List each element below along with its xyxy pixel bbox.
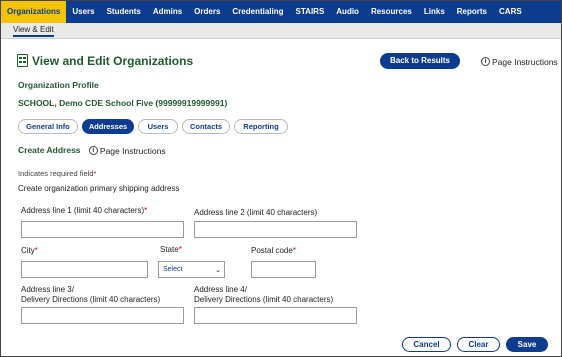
nav-audio[interactable]: Audio: [330, 1, 365, 23]
address1-label-text: Address line 1 (limit 40 characters): [21, 206, 145, 215]
city-label: City*: [21, 246, 38, 256]
organization-icon: [17, 54, 28, 67]
required-star: *: [144, 206, 148, 215]
required-star: *: [93, 169, 97, 178]
nav-orders[interactable]: Orders: [188, 1, 226, 23]
page-title: View and Edit Organizations: [32, 54, 194, 68]
postal-code-input[interactable]: [251, 261, 316, 278]
tab-reporting[interactable]: Reporting: [234, 119, 288, 134]
create-address-title: Create Address: [18, 145, 81, 155]
address3-label: Address line 3/ Delivery Directions (lim…: [21, 285, 160, 305]
city-input[interactable]: [21, 261, 148, 278]
nav-students[interactable]: Students: [101, 1, 147, 23]
address4-label-line2: Delivery Directions (limit 40 characters…: [194, 295, 334, 304]
section-page-instructions-label: Page Instructions: [99, 145, 166, 156]
page-instructions-link[interactable]: i Page Instructions: [481, 56, 558, 67]
info-icon: i: [481, 57, 490, 67]
address3-label-line1: Address line 3/: [21, 285, 74, 294]
address1-label: Address line 1 (limit 40 characters)*: [21, 206, 147, 216]
tab-contacts[interactable]: Contacts: [182, 119, 230, 134]
address4-input[interactable]: [194, 307, 357, 324]
clear-button[interactable]: Clear: [457, 337, 500, 352]
organization-name: SCHOOL, Demo CDE School Five (9999991999…: [18, 98, 228, 108]
postal-code-label: Postal code*: [251, 246, 296, 256]
address2-input[interactable]: [194, 221, 357, 238]
postal-code-label-text: Postal code: [251, 246, 293, 255]
city-label-text: City: [21, 246, 35, 255]
address2-label: Address line 2 (limit 40 characters): [194, 208, 318, 217]
state-select-value: Select: [163, 266, 183, 273]
nav-reports[interactable]: Reports: [451, 1, 493, 23]
state-label: State*: [160, 245, 182, 255]
state-select[interactable]: Select ⌄: [158, 261, 225, 278]
create-address-heading: Create Address i Page Instructions: [18, 145, 166, 156]
nav-resources[interactable]: Resources: [365, 1, 418, 23]
address4-label: Address line 4/ Delivery Directions (lim…: [194, 285, 333, 305]
nav-stairs[interactable]: STAIRS: [290, 1, 331, 23]
chevron-down-icon: ⌄: [215, 267, 221, 274]
nav-cars[interactable]: CARS: [493, 1, 528, 23]
nav-credentialing[interactable]: Credentialing: [226, 1, 289, 23]
page-instructions-label: Page Instructions: [492, 56, 558, 67]
form-description: Create organization primary shipping add…: [18, 184, 180, 193]
state-label-text: State: [160, 245, 179, 254]
back-to-results-button[interactable]: Back to Results: [380, 53, 460, 69]
required-star: *: [178, 245, 182, 254]
cancel-button[interactable]: Cancel: [402, 337, 451, 352]
nav-users[interactable]: Users: [66, 1, 100, 23]
nav-organizations[interactable]: Organizations: [1, 1, 67, 23]
nav-links[interactable]: Links: [418, 1, 451, 23]
organization-profile-heading: Organization Profile: [18, 80, 99, 90]
info-icon: i: [88, 146, 98, 156]
address1-input[interactable]: [21, 221, 184, 238]
tab-addresses[interactable]: Addresses: [82, 119, 134, 134]
save-button[interactable]: Save: [506, 337, 548, 352]
required-note-text: Indicates required field: [18, 169, 94, 178]
tab-general-info[interactable]: General Info: [18, 119, 78, 134]
top-nav: Organizations Users Students Admins Orde…: [1, 1, 561, 23]
nav-admins[interactable]: Admins: [147, 1, 188, 23]
required-star: *: [292, 246, 296, 255]
section-page-instructions-link[interactable]: i Page Instructions: [88, 145, 166, 156]
subnav-view-edit[interactable]: View & Edit: [13, 25, 54, 37]
address4-label-line1: Address line 4/: [194, 285, 247, 294]
address3-input[interactable]: [21, 307, 184, 324]
required-field-note: Indicates required field*: [18, 169, 96, 178]
address3-label-line2: Delivery Directions (limit 40 characters…: [21, 295, 161, 304]
required-star: *: [34, 246, 38, 255]
tab-users[interactable]: Users: [138, 119, 178, 134]
sub-nav: View & Edit: [1, 23, 561, 39]
